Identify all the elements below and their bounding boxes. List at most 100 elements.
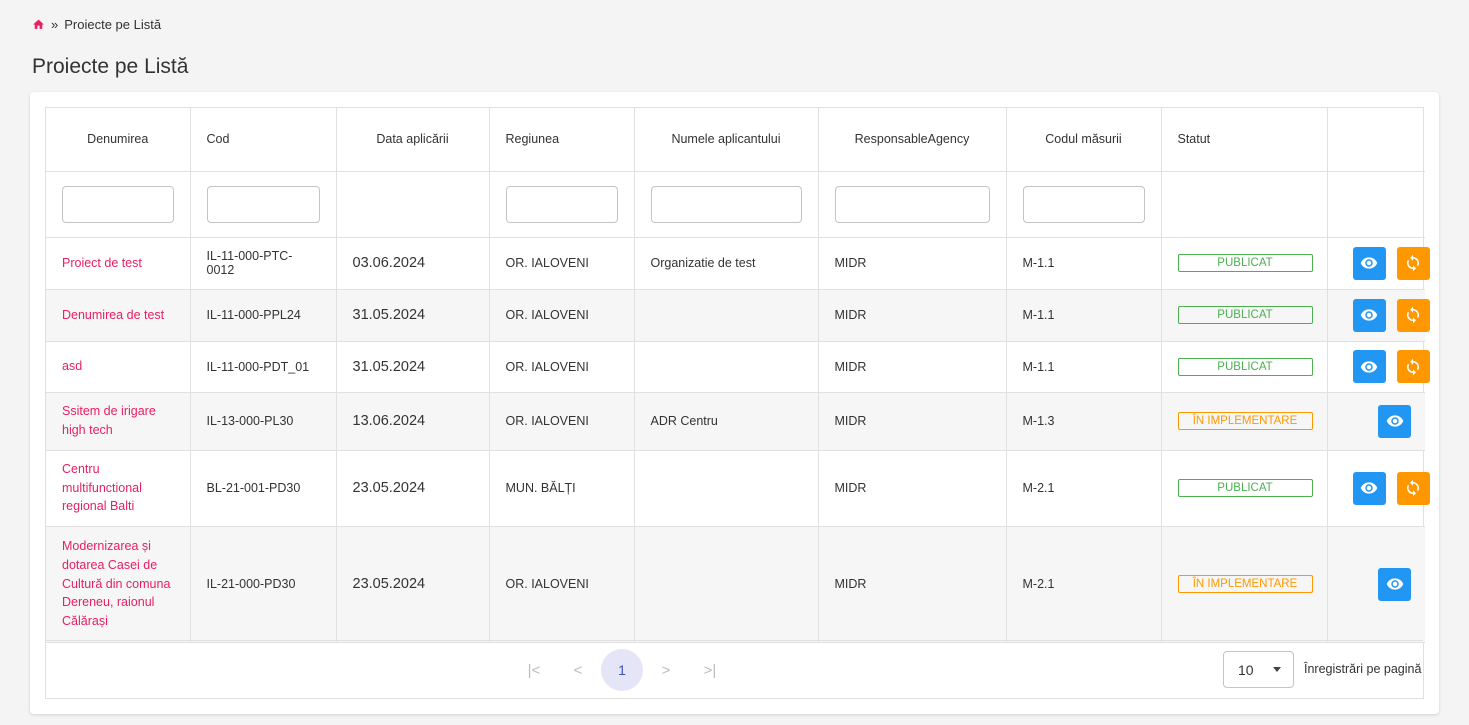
column-header-denumirea[interactable]: Denumirea xyxy=(46,108,191,172)
project-date: 23.05.2024 xyxy=(335,525,490,643)
project-applicant: Organizatie de test xyxy=(633,236,819,290)
project-region: OR. IALOVENI xyxy=(488,525,635,643)
view-button[interactable] xyxy=(1352,350,1386,383)
project-applicant xyxy=(633,340,819,393)
breadcrumb-separator: » xyxy=(51,17,59,32)
home-icon[interactable] xyxy=(32,18,45,31)
view-button[interactable] xyxy=(1378,404,1411,438)
project-name-link[interactable]: Centru multifunctional regional Balti xyxy=(62,460,174,516)
eye-icon xyxy=(1386,415,1403,427)
sync-button[interactable] xyxy=(1396,246,1430,280)
table-row: Centru multifunctional regional Balti BL… xyxy=(46,449,1430,527)
table-row: Denumirea de test IL-11-000-PPL24 31.05.… xyxy=(46,288,1430,342)
project-measure: M-1.1 xyxy=(1005,236,1162,290)
projects-grid: Denumirea Cod Data aplicării Regiunea Nu… xyxy=(45,107,1430,699)
project-region: MUN. BĂLȚI xyxy=(488,449,635,527)
table-row: asd IL-11-000-PDT_01 31.05.2024 OR. IALO… xyxy=(46,340,1430,393)
project-name-link[interactable]: Ssitem de irigare high tech xyxy=(62,402,174,440)
project-applicant xyxy=(633,288,819,342)
last-page-button[interactable]: >| xyxy=(689,649,731,691)
header-row: Denumirea Cod Data aplicării Regiunea Nu… xyxy=(46,108,1425,172)
project-code: IL-21-000-PD30 xyxy=(189,525,337,643)
table-row: Modernizarea și dotarea Casei de Cultură… xyxy=(46,525,1425,643)
first-page-button[interactable]: |< xyxy=(513,649,555,691)
column-header-responsable-agency[interactable]: ResponsableAgency xyxy=(817,108,1007,172)
project-code: IL-11-000-PPL24 xyxy=(189,288,337,342)
eye-icon xyxy=(1360,360,1378,373)
project-region: OR. IALOVENI xyxy=(488,236,635,290)
project-name-link[interactable]: Denumirea de test xyxy=(62,306,174,325)
project-date: 13.06.2024 xyxy=(335,391,490,451)
filter-row xyxy=(46,170,1425,238)
page-size-select[interactable]: 10 xyxy=(1223,651,1294,688)
eye-icon xyxy=(1360,482,1378,494)
project-agency: MIDR xyxy=(817,525,1007,643)
table-row: Ssitem de irigare high tech IL-13-000-PL… xyxy=(46,391,1425,451)
filter-cell xyxy=(633,170,819,238)
filter-regiunea-input[interactable] xyxy=(505,185,618,223)
column-header-cod[interactable]: Cod xyxy=(189,108,337,172)
table-row: Proiect de test IL-11-000-PTC-0012 03.06… xyxy=(46,236,1430,290)
project-agency: MIDR xyxy=(817,236,1007,290)
filter-cell xyxy=(335,170,490,238)
filter-cell xyxy=(817,170,1007,238)
filter-cell xyxy=(1326,170,1425,238)
project-code: IL-11-000-PDT_01 xyxy=(189,340,337,393)
column-header-numele-aplicantului[interactable]: Numele aplicantului xyxy=(633,108,819,172)
page-1-button[interactable]: 1 xyxy=(601,649,643,691)
page-size-label: Înregistrări pe pagină xyxy=(1304,662,1422,676)
filter-denumirea-input[interactable] xyxy=(62,185,174,223)
project-name-link[interactable]: Modernizarea și dotarea Casei de Cultură… xyxy=(62,537,174,631)
project-applicant: ADR Centru xyxy=(633,391,819,451)
breadcrumb-current: Proiecte pe Listă xyxy=(64,17,162,32)
sync-button[interactable] xyxy=(1396,298,1430,332)
sync-icon xyxy=(1407,479,1419,497)
column-header-codul-masurii[interactable]: Codul măsurii xyxy=(1005,108,1162,172)
filter-codul-masurii-input[interactable] xyxy=(1022,185,1145,223)
prev-page-button[interactable]: < xyxy=(557,649,599,691)
pagination-bar: |< < 1 > >| 10 Înregistrări pe pagină xyxy=(46,640,1423,698)
project-applicant xyxy=(633,525,819,643)
actions-cell xyxy=(1326,236,1430,290)
project-measure: M-1.1 xyxy=(1005,340,1162,393)
project-applicant xyxy=(633,449,819,527)
view-button[interactable] xyxy=(1352,246,1386,280)
view-button[interactable] xyxy=(1352,298,1386,332)
actions-cell xyxy=(1326,525,1425,643)
status-cell: ÎN IMPLEMENTARE xyxy=(1160,391,1328,451)
project-name-link[interactable]: asd xyxy=(62,357,174,376)
project-code: IL-11-000-PTC-0012 xyxy=(189,236,337,290)
actions-cell xyxy=(1326,449,1430,527)
page-title: Proiecte pe Listă xyxy=(32,55,189,78)
column-header-data-aplicarii[interactable]: Data aplicării xyxy=(335,108,490,172)
filter-cell xyxy=(1005,170,1162,238)
sync-button[interactable] xyxy=(1396,350,1430,383)
status-badge: ÎN IMPLEMENTARE xyxy=(1177,412,1313,430)
project-measure: M-1.3 xyxy=(1005,391,1162,451)
sync-button[interactable] xyxy=(1396,471,1430,505)
project-region: OR. IALOVENI xyxy=(488,391,635,451)
status-cell: PUBLICAT xyxy=(1160,449,1328,527)
filter-numele-aplicantului-input[interactable] xyxy=(650,185,802,223)
view-button[interactable] xyxy=(1378,567,1411,601)
project-region: OR. IALOVENI xyxy=(488,340,635,393)
project-name-link[interactable]: Proiect de test xyxy=(62,254,174,273)
breadcrumb: » Proiecte pe Listă xyxy=(32,17,161,32)
actions-cell xyxy=(1326,391,1425,451)
pagination-nav: |< < 1 > >| xyxy=(512,649,732,691)
view-button[interactable] xyxy=(1352,471,1386,505)
eye-icon xyxy=(1386,578,1403,590)
status-badge: ÎN IMPLEMENTARE xyxy=(1177,575,1313,593)
column-header-statut[interactable]: Statut xyxy=(1160,108,1328,172)
filter-cell xyxy=(488,170,635,238)
filter-responsable-agency-input[interactable] xyxy=(834,185,990,223)
page-size-value: 10 xyxy=(1238,661,1254,678)
project-agency: MIDR xyxy=(817,391,1007,451)
status-cell: PUBLICAT xyxy=(1160,340,1328,393)
next-page-button[interactable]: > xyxy=(645,649,687,691)
project-region: OR. IALOVENI xyxy=(488,288,635,342)
filter-cell xyxy=(46,170,191,238)
column-header-regiunea[interactable]: Regiunea xyxy=(488,108,635,172)
filter-cod-input[interactable] xyxy=(206,185,320,223)
filter-cell xyxy=(189,170,337,238)
